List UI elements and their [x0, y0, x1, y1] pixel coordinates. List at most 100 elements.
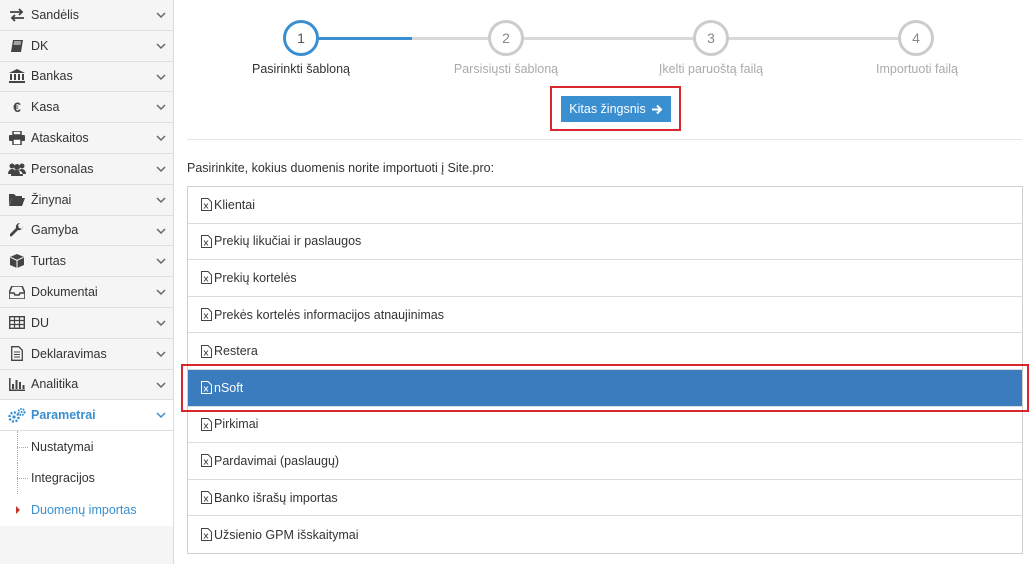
list-item-label: Banko išrašų importas — [214, 490, 338, 505]
step-number: 2 — [502, 30, 510, 46]
excel-file-icon — [201, 528, 212, 542]
import-type-pirkimai[interactable]: Pirkimai — [188, 406, 1022, 444]
tree-connector — [17, 431, 29, 463]
sidebar-item-label: Turtas — [31, 254, 66, 269]
step-number: 3 — [707, 30, 715, 46]
sidebar-item-label: Parametrai — [31, 408, 96, 423]
chevron-down-icon — [156, 412, 166, 419]
import-type-prekiu-likuciai[interactable]: Prekių likučiai ir paslaugos — [188, 223, 1022, 261]
chevron-down-icon — [156, 43, 166, 49]
step-1-circle[interactable]: 1 — [283, 20, 319, 56]
sidebar-item-label: Dokumentai — [31, 285, 98, 300]
sidebar-item-personalas[interactable]: Personalas — [0, 153, 173, 185]
step-3-circle[interactable]: 3 — [693, 20, 729, 56]
printer-icon — [8, 130, 26, 146]
exchange-icon — [8, 7, 26, 23]
step-2-circle[interactable]: 2 — [488, 20, 524, 56]
excel-file-icon — [201, 417, 212, 431]
chevron-down-icon — [156, 135, 166, 142]
sidebar-item-label: Personalas — [31, 161, 94, 176]
sidebar-subitem-integracijos[interactable]: Integracijos — [0, 462, 173, 495]
excel-file-icon — [201, 198, 212, 212]
sidebar-item-label: Ataskaitos — [31, 131, 89, 146]
bank-icon — [8, 68, 26, 84]
excel-file-icon — [201, 381, 212, 395]
import-type-list: Klientai Prekių likučiai ir paslaugos Pr… — [187, 186, 1023, 554]
list-item-label: Restera — [214, 344, 258, 359]
import-type-nsoft[interactable]: nSoft — [188, 369, 1022, 407]
step-1-label: Pasirinkti šabloną — [252, 62, 350, 76]
sidebar-item-label: DK — [31, 38, 49, 53]
next-step-label: Kitas žingsnis — [569, 102, 646, 116]
sidebar-subitem-duomenu-importas[interactable]: Duomenų importas — [0, 494, 173, 526]
step-3-label: Įkelti paruoštą failą — [658, 62, 764, 76]
bar-chart-icon — [8, 376, 26, 392]
sidebar-item-deklaravimas[interactable]: Deklaravimas — [0, 338, 173, 370]
book-icon — [8, 38, 26, 54]
sidebar-item-zinynai[interactable]: Žinynai — [0, 184, 173, 216]
list-item-label: nSoft — [214, 380, 244, 395]
users-icon — [8, 161, 26, 177]
step-connector — [412, 37, 492, 40]
chevron-down-icon — [156, 320, 166, 327]
sidebar-item-dokumentai[interactable]: Dokumentai — [0, 277, 173, 308]
sidebar-item-analitika[interactable]: Analitika — [0, 369, 173, 401]
chevron-down-icon — [156, 258, 166, 265]
sidebar-item-gamyba[interactable]: Gamyba — [0, 215, 173, 247]
import-type-prekes-korteles-atnaujinimas[interactable]: Prekės kortelės informacijos atnaujinima… — [188, 296, 1022, 334]
folder-open-icon — [8, 192, 26, 208]
next-step-button[interactable]: Kitas žingsnis — [561, 96, 671, 122]
euro-icon: € — [13, 99, 21, 116]
inbox-icon — [8, 284, 26, 300]
step-connector — [727, 37, 902, 40]
caret-right-icon — [16, 505, 20, 514]
excel-file-icon — [201, 344, 212, 358]
sidebar-item-parametrai[interactable]: Parametrai — [0, 400, 173, 432]
list-item-label: Prekės kortelės informacijos atnaujinima… — [214, 307, 444, 322]
sidebar-item-turtas[interactable]: Turtas — [0, 246, 173, 278]
chevron-down-icon — [156, 166, 166, 173]
import-type-prekiu-korteles[interactable]: Prekių kortelės — [188, 260, 1022, 297]
step-4-circle[interactable]: 4 — [898, 20, 934, 56]
chevron-down-icon — [156, 289, 166, 296]
arrow-right-icon — [651, 104, 663, 114]
step-2-label: Parsisiųsti šabloną — [453, 62, 559, 76]
list-item-label: Prekių kortelės — [214, 270, 297, 285]
sidebar-subitem-label: Duomenų importas — [31, 502, 137, 517]
excel-file-icon — [201, 234, 212, 248]
sidebar-item-sandelis[interactable]: Sandėlis — [0, 0, 173, 31]
step-number: 4 — [912, 30, 920, 46]
sidebar-item-kasa[interactable]: € Kasa — [0, 92, 173, 124]
sidebar-item-label: Bankas — [31, 69, 73, 84]
import-type-pardavimai[interactable]: Pardavimai (paslaugų) — [188, 443, 1022, 480]
sidebar-item-label: Deklaravimas — [31, 346, 107, 361]
sidebar-item-bankas[interactable]: Bankas — [0, 61, 173, 93]
sidebar-item-ataskaitos[interactable]: Ataskaitos — [0, 123, 173, 154]
sidebar-item-du[interactable]: DU — [0, 307, 173, 339]
list-item-label: Pardavimai (paslaugų) — [214, 453, 340, 468]
sidebar-item-dk[interactable]: DK — [0, 30, 173, 62]
step-connector — [317, 37, 412, 40]
tree-connector — [17, 462, 29, 495]
sidebar-item-label: Kasa — [31, 100, 60, 115]
sidebar-subitem-nustatymai[interactable]: Nustatymai — [0, 431, 173, 463]
main-content: 1 2 3 4 Pasirinkti šabloną Parsisiųsti š… — [175, 0, 1032, 564]
excel-file-icon — [201, 454, 212, 468]
import-type-banko-israsai[interactable]: Banko išrašų importas — [188, 479, 1022, 517]
import-type-uzsienio-gpm[interactable]: Užsienio GPM išskaitymai — [188, 516, 1022, 553]
list-item-label: Prekių likučiai ir paslaugos — [214, 234, 362, 249]
excel-file-icon — [201, 271, 212, 285]
gears-icon — [8, 407, 26, 423]
sidebar-item-label: DU — [31, 315, 50, 330]
wrench-icon — [8, 222, 26, 238]
next-step-highlight: Kitas žingsnis — [550, 86, 681, 131]
cube-icon — [8, 253, 26, 269]
table-icon — [8, 315, 26, 331]
sidebar: Sandėlis DK Bankas € Kasa Ataskaitos Per… — [0, 0, 174, 564]
chevron-down-icon — [156, 12, 166, 19]
sidebar-submenu: Nustatymai Integracijos Duomenų importas — [0, 431, 173, 526]
import-type-restera[interactable]: Restera — [188, 333, 1022, 370]
sidebar-subitem-label: Nustatymai — [31, 439, 94, 454]
step-4-label: Importuoti failą — [876, 62, 958, 76]
import-type-klientai[interactable]: Klientai — [188, 187, 1022, 224]
